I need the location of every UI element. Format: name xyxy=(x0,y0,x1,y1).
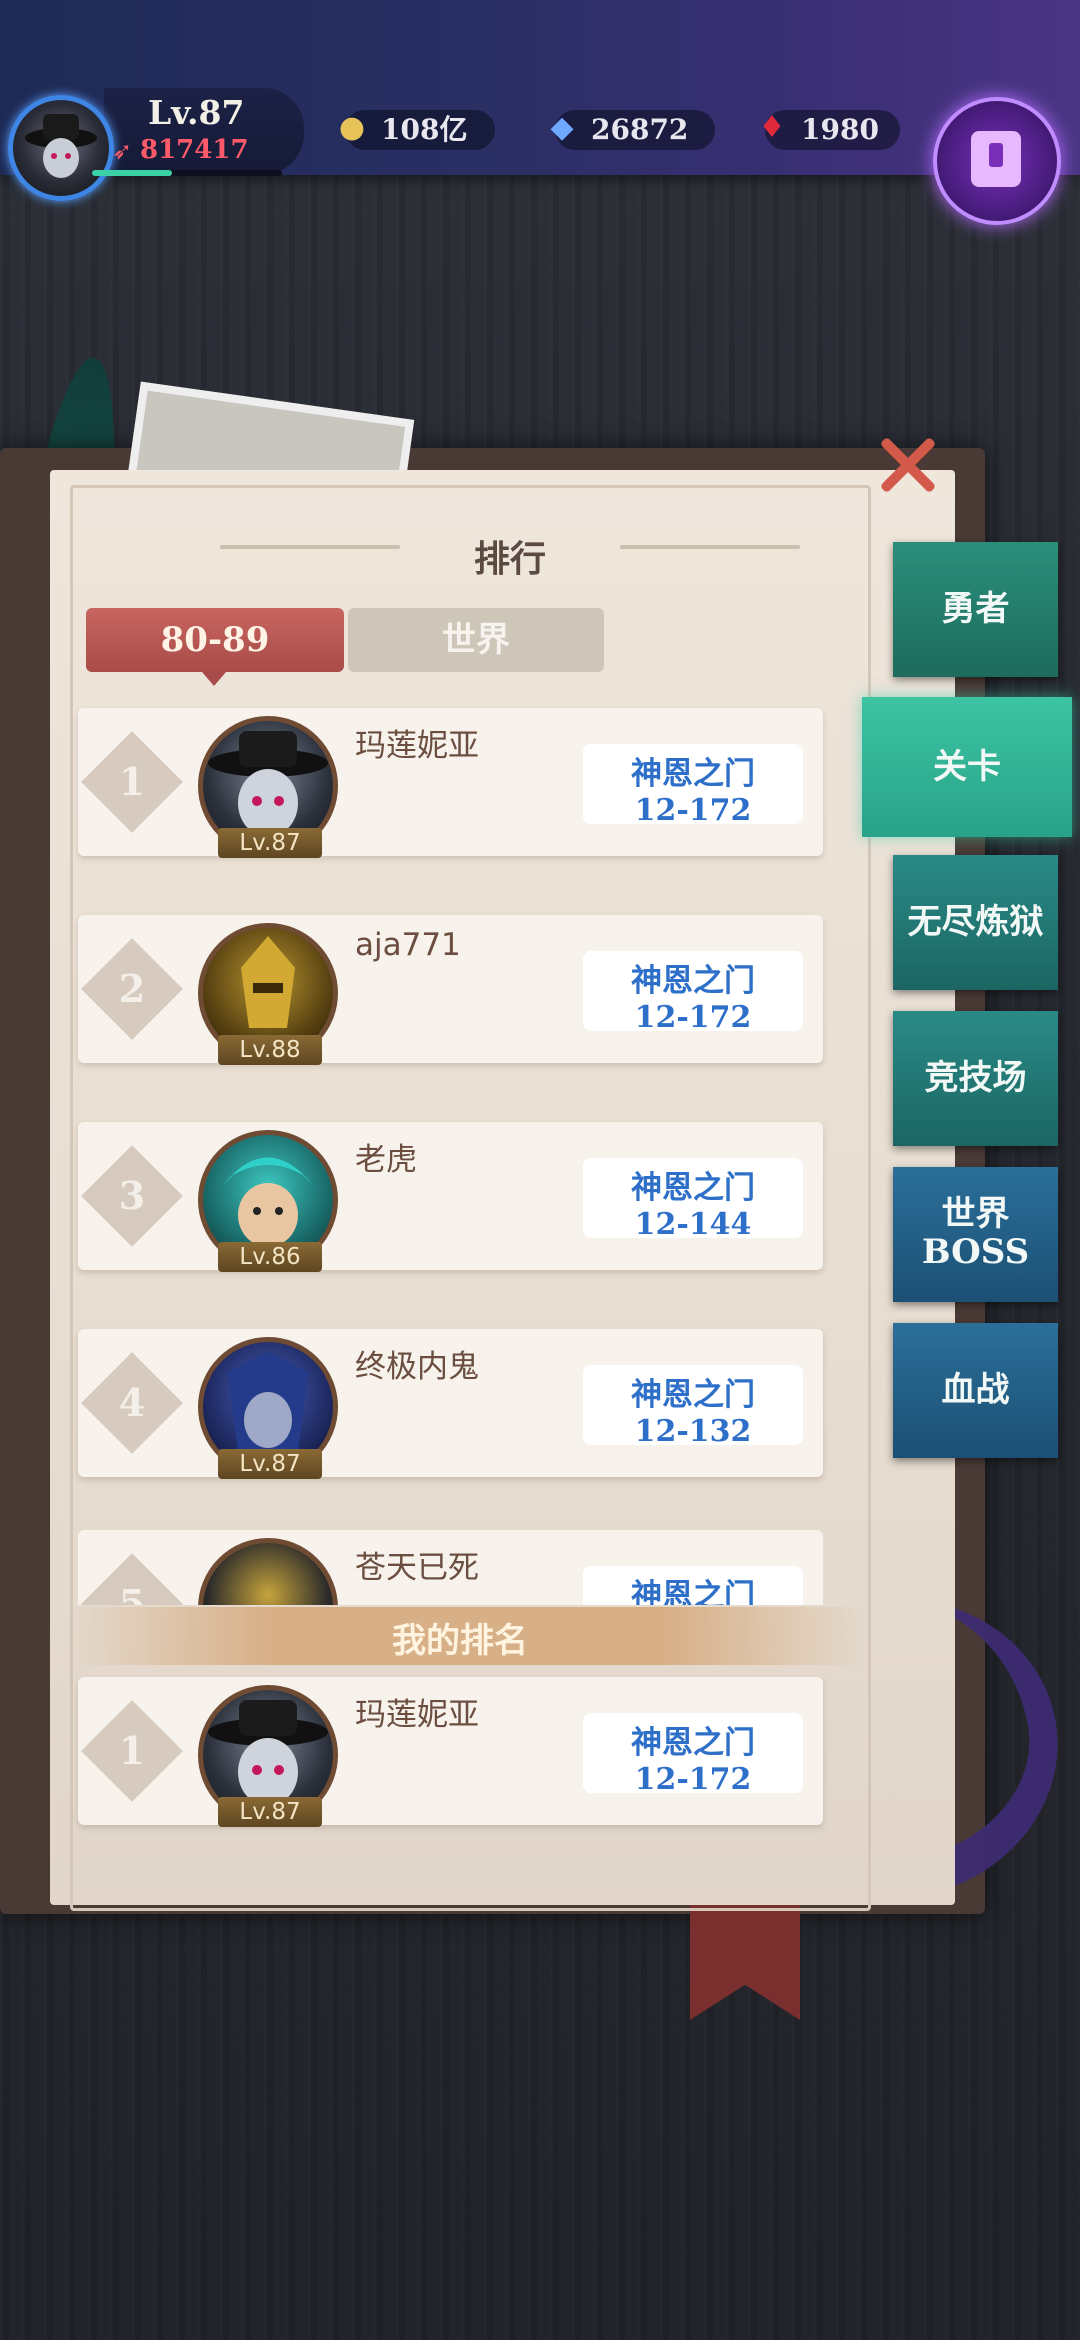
stage-box: 神恩之门 xyxy=(583,1566,803,1605)
player-power: 817417 xyxy=(140,135,249,165)
level-tag: Lv.87 xyxy=(218,1449,322,1479)
tab-world-boss[interactable]: 世界 BOSS xyxy=(893,1167,1058,1302)
scroll-icon xyxy=(971,131,1021,187)
tab-stages[interactable]: 关卡 xyxy=(862,697,1072,837)
ranking-row[interactable]: 1 Lv.87 玛莲妮亚 神恩之门 12-172 xyxy=(78,708,823,858)
ranking-row[interactable]: 5 苍天已死 神恩之门 xyxy=(78,1530,823,1605)
level-tag: Lv.87 xyxy=(218,828,322,858)
player-name: aja771 xyxy=(355,927,461,963)
diamond-icon: ◆ xyxy=(550,110,574,145)
exp-bar xyxy=(92,170,282,176)
stage-box: 神恩之门 12-132 xyxy=(583,1365,803,1449)
stage-number: 12-132 xyxy=(634,1414,752,1449)
tab-label: 无尽炼狱 xyxy=(907,902,1044,942)
ranking-row[interactable]: 4 Lv.87 终极内鬼 神恩之门 12-132 xyxy=(78,1329,823,1479)
rank-number: 5 xyxy=(118,1581,146,1605)
stage-number: 12-172 xyxy=(634,793,752,828)
player-avatar[interactable] xyxy=(8,95,114,201)
tab-heroes[interactable]: 勇者 xyxy=(893,542,1058,677)
stage-number: 12-172 xyxy=(634,1000,752,1035)
tab-label: 世界 xyxy=(941,1194,1010,1234)
stage-name: 神恩之门 xyxy=(631,756,755,792)
gold-coins-icon: ● xyxy=(338,110,366,145)
player-portrait xyxy=(198,1538,338,1605)
ruby-icon: ♦ xyxy=(758,110,786,145)
stage-number: 12-144 xyxy=(634,1207,752,1242)
stage-box: 神恩之门 12-172 xyxy=(583,951,803,1035)
player-name: 老虎 xyxy=(355,1142,417,1178)
player-name: 终极内鬼 xyxy=(355,1349,479,1385)
stage-name: 神恩之门 xyxy=(631,1377,755,1413)
my-rank-title: 我的排名 xyxy=(392,1621,528,1661)
level-tag: Lv.88 xyxy=(218,1035,322,1065)
sword-icon: ➶ xyxy=(112,137,133,165)
tab-blood-battle[interactable]: 血战 xyxy=(893,1323,1058,1458)
ruby-value: 1980 xyxy=(801,113,879,146)
stage-box: 神恩之门 12-144 xyxy=(583,1158,803,1242)
page-title: 排行 xyxy=(473,538,546,580)
ruby-resource[interactable]: ♦ 1980 xyxy=(759,110,900,150)
rank-number: 2 xyxy=(118,966,146,1011)
rank-number: 4 xyxy=(118,1380,146,1425)
tab-label: 竞技场 xyxy=(924,1058,1027,1098)
tab-endless-purgatory[interactable]: 无尽炼狱 xyxy=(893,855,1058,990)
player-name: 玛莲妮亚 xyxy=(355,728,479,764)
ranking-row[interactable]: 2 Lv.88 aja771 神恩之门 12-172 xyxy=(78,915,823,1065)
stage-name: 神恩之门 xyxy=(631,963,755,999)
rank-number: 3 xyxy=(118,1173,146,1218)
player-name: 苍天已死 xyxy=(355,1550,479,1586)
diamond-value: 26872 xyxy=(591,113,689,146)
stage-box: 神恩之门 12-172 xyxy=(583,1713,803,1797)
tab-level-range[interactable]: 80-89 xyxy=(86,608,344,686)
stage-box: 神恩之门 12-172 xyxy=(583,744,803,828)
quest-scroll-button[interactable] xyxy=(933,97,1061,225)
level-tag: Lv.86 xyxy=(218,1242,322,1272)
stage-name: 神恩之门 xyxy=(631,1170,755,1206)
diamond-resource[interactable]: ◆ 26872 xyxy=(550,110,715,150)
rank-number: 1 xyxy=(118,759,146,804)
tab-arena[interactable]: 竞技场 xyxy=(893,1011,1058,1146)
avatar-portrait-icon xyxy=(25,114,97,178)
stage-number: 12-172 xyxy=(634,1762,752,1797)
exp-bar-fill xyxy=(92,170,172,176)
gold-resource[interactable]: ● 108亿 xyxy=(339,110,495,150)
player-level: Lv.87 xyxy=(148,93,245,132)
level-tag: Lv.87 xyxy=(218,1797,322,1827)
tab-label: 血战 xyxy=(941,1370,1010,1410)
gold-value: 108亿 xyxy=(381,113,468,146)
ranking-row[interactable]: 3 Lv.86 老虎 神恩之门 12-144 xyxy=(78,1122,823,1272)
tab-label: 关卡 xyxy=(933,747,1001,787)
ranking-row-partial: 5 苍天已死 神恩之门 xyxy=(78,1530,823,1605)
stage-name: 神恩之门 xyxy=(631,1725,755,1761)
tab-label-line2: BOSS xyxy=(921,1232,1030,1272)
close-icon[interactable] xyxy=(873,430,943,500)
tab-world[interactable]: 世界 xyxy=(348,608,604,672)
tab-label: 勇者 xyxy=(941,589,1010,629)
stage-name: 神恩之门 xyxy=(631,1578,755,1605)
player-name: 玛莲妮亚 xyxy=(355,1697,479,1733)
my-rank-row[interactable]: 1 Lv.87 玛莲妮亚 神恩之门 12-172 xyxy=(78,1677,823,1827)
rank-number: 1 xyxy=(118,1728,146,1773)
